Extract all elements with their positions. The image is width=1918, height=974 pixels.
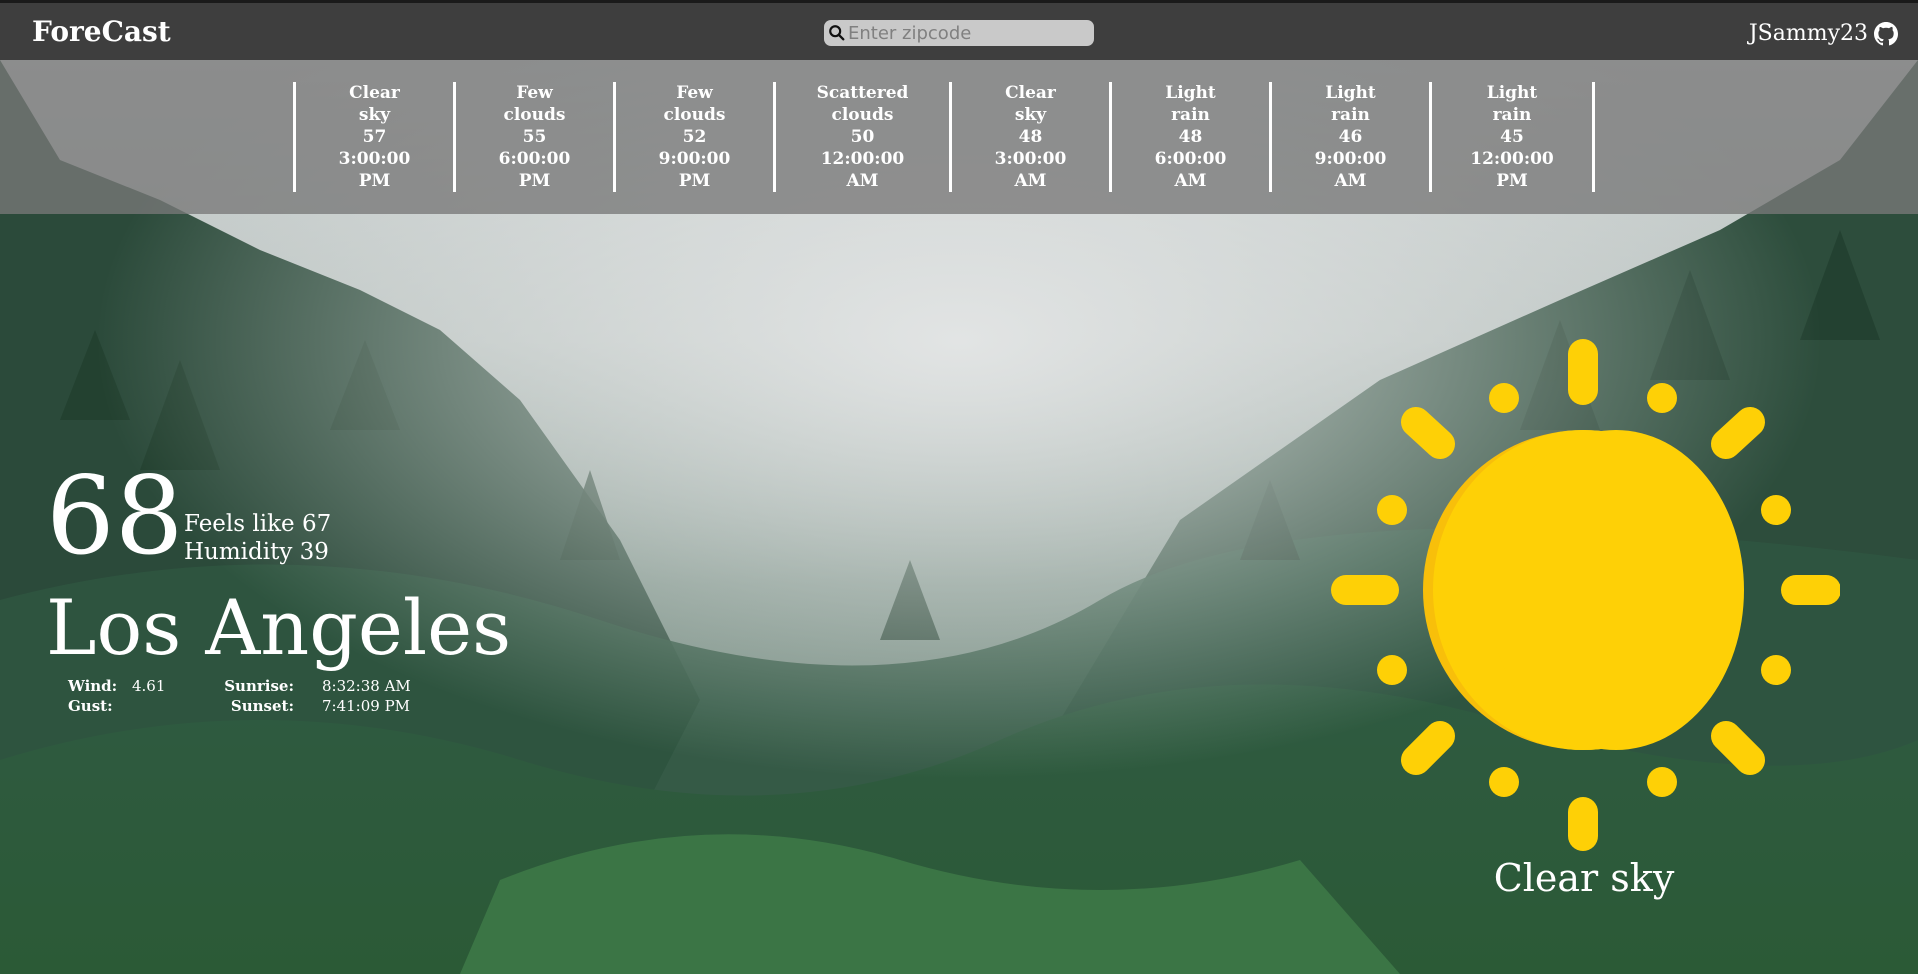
top-bar: ForeCast JSammy23 (0, 0, 1918, 60)
humidity: Humidity 39 (184, 539, 329, 565)
forecast-text: Light rain 48 6:00:00 AM (1154, 83, 1227, 191)
gust-value (132, 696, 214, 716)
forecast-text: Few clouds 52 9:00:00 PM (658, 83, 731, 191)
sunrise-value: 8:32:38 AM (322, 677, 411, 695)
user-link[interactable]: JSammy23 (1749, 21, 1898, 46)
details-row-wind: Wind: 4.61 Sunrise: 8:32:38 AM (68, 676, 432, 696)
github-icon[interactable] (1874, 21, 1898, 46)
forecast-item: Light rain 45 12:00:00 PM (1429, 82, 1595, 192)
forecast-text: Clear sky 57 3:00:00 PM (338, 83, 411, 191)
forecast-item: Few clouds 55 6:00:00 PM (453, 82, 613, 192)
forecast-text: Light rain 45 12:00:00 PM (1470, 83, 1554, 191)
search-icon (829, 25, 845, 41)
brand-logo[interactable]: ForeCast (32, 15, 171, 48)
wind-value: 4.61 (132, 677, 166, 695)
weather-details: Wind: 4.61 Sunrise: 8:32:38 AM Gust: Sun… (68, 676, 432, 716)
current-temperature: 68 (46, 454, 184, 579)
username[interactable]: JSammy23 (1749, 21, 1868, 46)
forecast-item: Light rain 48 6:00:00 AM (1109, 82, 1269, 192)
current-condition: Clear sky (1493, 856, 1675, 900)
feels-like: Feels like 67 (184, 511, 332, 537)
feels-humidity-block: Feels like 67 Humidity 39 (184, 510, 331, 566)
forecast-item: Few clouds 52 9:00:00 PM (613, 82, 773, 192)
forecast-text: Light rain 46 9:00:00 AM (1314, 83, 1387, 191)
sunset-value: 7:41:09 PM (322, 697, 411, 715)
details-row-gust: Gust: Sunset: 7:41:09 PM (68, 696, 432, 716)
forecast-text: Clear sky 48 3:00:00 AM (994, 83, 1067, 191)
sun-icon (1331, 339, 1840, 851)
city-name: Los Angeles (46, 583, 512, 672)
forecast-text: Scattered clouds 50 12:00:00 AM (816, 83, 909, 191)
sunset-label: Sunset: (230, 697, 294, 715)
forecast-item: Light rain 46 9:00:00 AM (1269, 82, 1429, 192)
hourly-forecast-strip: Clear sky 57 3:00:00 PM Few clouds 55 6:00:00… (0, 60, 1918, 214)
forecast-item: Scattered clouds 50 12:00:00 AM (773, 82, 949, 192)
gust-label: Gust: (68, 697, 113, 715)
zipcode-input[interactable] (848, 20, 1088, 46)
zipcode-search[interactable] (824, 20, 1094, 46)
forecast-text: Few clouds 55 6:00:00 PM (498, 83, 571, 191)
wind-label: Wind: (68, 677, 118, 695)
sunrise-label: Sunrise: (224, 677, 294, 695)
forecast-item: Clear sky 48 3:00:00 AM (949, 82, 1109, 192)
forecast-item: Clear sky 57 3:00:00 PM (293, 82, 453, 192)
forecast-list: Clear sky 57 3:00:00 PM Few clouds 55 6:00:00… (293, 82, 1595, 192)
